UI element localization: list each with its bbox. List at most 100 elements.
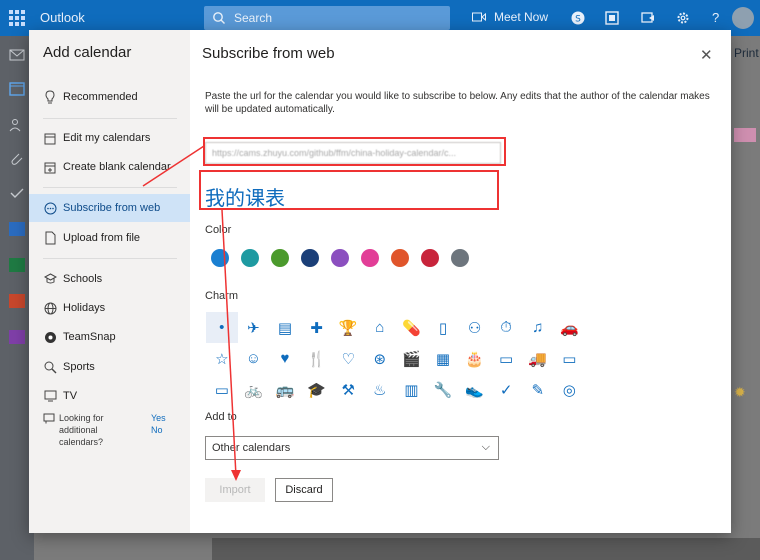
charm-option[interactable]: 💊 [396, 312, 428, 343]
charm-option[interactable]: ☆ [206, 343, 238, 374]
nav-subscribe-from-web[interactable]: Subscribe from web [29, 194, 190, 222]
charm-option[interactable]: ♫ [522, 312, 554, 343]
color-swatch[interactable] [391, 249, 409, 267]
charm-option[interactable]: ⚇ [459, 312, 491, 343]
people-icon[interactable] [9, 118, 25, 132]
charm-option[interactable]: • [206, 312, 238, 343]
nav-tv[interactable]: TV [29, 382, 190, 410]
search-box[interactable]: Search [204, 6, 450, 30]
charm-option[interactable]: ▭ [206, 374, 238, 405]
add-calendar-dialog: Add calendar Recommended Edit my calenda… [29, 30, 731, 533]
globe-icon [43, 301, 57, 315]
color-swatch[interactable] [331, 249, 349, 267]
charm-option[interactable]: 🚗 [554, 312, 586, 343]
nav-holidays[interactable]: Holidays [29, 294, 190, 322]
upload-file-icon [43, 231, 57, 245]
color-swatch[interactable] [421, 249, 439, 267]
discard-button[interactable]: Discard [275, 478, 333, 502]
color-swatch[interactable] [241, 249, 259, 267]
edit-calendar-icon [43, 131, 57, 145]
school-icon [43, 272, 57, 286]
mail-icon[interactable] [9, 48, 25, 62]
color-swatch[interactable] [211, 249, 229, 267]
nav-recommended[interactable]: Recommended [29, 83, 190, 111]
calendar-icon[interactable] [9, 82, 25, 96]
charm-option[interactable]: 🔧 [427, 374, 459, 405]
name-highlight-box [199, 170, 499, 210]
charm-option[interactable]: ♡ [332, 343, 364, 374]
feedback-icon[interactable] [640, 10, 656, 26]
todo-check-icon[interactable] [9, 186, 25, 200]
word-icon[interactable] [9, 222, 25, 236]
charm-option[interactable]: ⚒ [332, 374, 364, 405]
nav-label: TeamSnap [63, 331, 116, 343]
charm-option[interactable]: ▯ [427, 312, 459, 343]
charm-option[interactable]: ☺ [238, 343, 270, 374]
calendar-event-block [734, 128, 756, 142]
charm-picker: • ✈ ▤ ✚ 🏆 ⌂ 💊 ▯ ⚇ ⏱ ♫ 🚗 ☆ ☺ ♥ 🍴 ♡ ⊛ 🎬 ▦ 🎂 ▭ 🚚 ▭ ▭ 🚲 🚌 🎓 ⚒ ♨ ▥ 🔧 👟 ✓ ✎ ◎ [206, 312, 579, 405]
charm-option[interactable]: 🎬 [396, 343, 428, 374]
help-icon[interactable]: ? [712, 10, 728, 26]
charm-option[interactable]: 🎓 [301, 374, 333, 405]
charm-option[interactable]: ⊛ [364, 343, 396, 374]
charm-option[interactable]: ✎ [522, 374, 554, 405]
charm-option[interactable]: 👟 [459, 374, 491, 405]
nav-create-blank-calendar[interactable]: Create blank calendar [29, 153, 190, 181]
color-label: Color [205, 224, 232, 236]
office-icon[interactable] [604, 10, 620, 26]
charm-option[interactable]: 🚚 [522, 343, 554, 374]
nav-schools[interactable]: Schools [29, 265, 190, 293]
charm-option[interactable]: ♥ [269, 343, 301, 374]
skype-icon[interactable]: S [570, 10, 586, 26]
color-swatch[interactable] [271, 249, 289, 267]
yes-link[interactable]: Yes [151, 412, 166, 424]
charm-option[interactable]: ▭ [490, 343, 522, 374]
attachment-icon[interactable] [9, 152, 25, 166]
add-to-value: Other calendars [212, 442, 291, 454]
charm-option[interactable]: ♨ [364, 374, 396, 405]
meet-now-button[interactable]: Meet Now [472, 10, 548, 24]
powerpoint-icon[interactable] [9, 294, 25, 308]
charm-option[interactable]: 🏆 [332, 312, 364, 343]
calendar-add-icon [43, 160, 57, 174]
color-swatch[interactable] [301, 249, 319, 267]
charm-option[interactable]: ✚ [301, 312, 333, 343]
app-launcher-icon[interactable] [9, 10, 25, 26]
divider [43, 118, 177, 119]
excel-icon[interactable] [9, 258, 25, 272]
charm-option[interactable]: ▥ [396, 374, 428, 405]
nav-upload-from-file[interactable]: Upload from file [29, 224, 190, 252]
import-button[interactable]: Import [205, 478, 265, 502]
charm-option[interactable]: ⌂ [364, 312, 396, 343]
nav-sports[interactable]: Sports [29, 353, 190, 381]
charm-option[interactable]: ◎ [554, 374, 586, 405]
nav-label: TV [63, 390, 78, 402]
add-to-dropdown[interactable]: Other calendars ⌵ [205, 436, 499, 460]
nav-label: Schools [63, 273, 103, 285]
avatar[interactable] [732, 7, 754, 29]
charm-option[interactable]: ⏱ [490, 312, 522, 343]
charm-option[interactable]: 🎂 [459, 343, 491, 374]
charm-option[interactable]: ✓ [490, 374, 522, 405]
charm-option[interactable]: ✈ [238, 312, 270, 343]
charm-option[interactable]: ▭ [554, 343, 586, 374]
onenote-icon[interactable] [9, 330, 25, 344]
close-icon[interactable]: ✕ [700, 46, 713, 64]
weather-sun-icon: ✹ [734, 384, 746, 400]
charm-option[interactable]: 🍴 [301, 343, 333, 374]
charm-option[interactable]: 🚲 [238, 374, 270, 405]
charm-option[interactable]: ▤ [269, 312, 301, 343]
nav-teamsnap[interactable]: TeamSnap [29, 323, 190, 351]
charm-option[interactable]: 🚌 [269, 374, 301, 405]
no-link[interactable]: No [151, 424, 166, 436]
charm-option[interactable]: ▦ [427, 343, 459, 374]
dialog-title: Add calendar [43, 44, 132, 61]
color-swatch[interactable] [361, 249, 379, 267]
settings-gear-icon[interactable] [675, 10, 691, 26]
print-button: Print [734, 46, 759, 60]
nav-edit-my-calendars[interactable]: Edit my calendars [29, 124, 190, 152]
search-icon [213, 12, 225, 24]
color-picker [211, 249, 469, 267]
color-swatch[interactable] [451, 249, 469, 267]
nav-label: Edit my calendars [63, 132, 151, 144]
